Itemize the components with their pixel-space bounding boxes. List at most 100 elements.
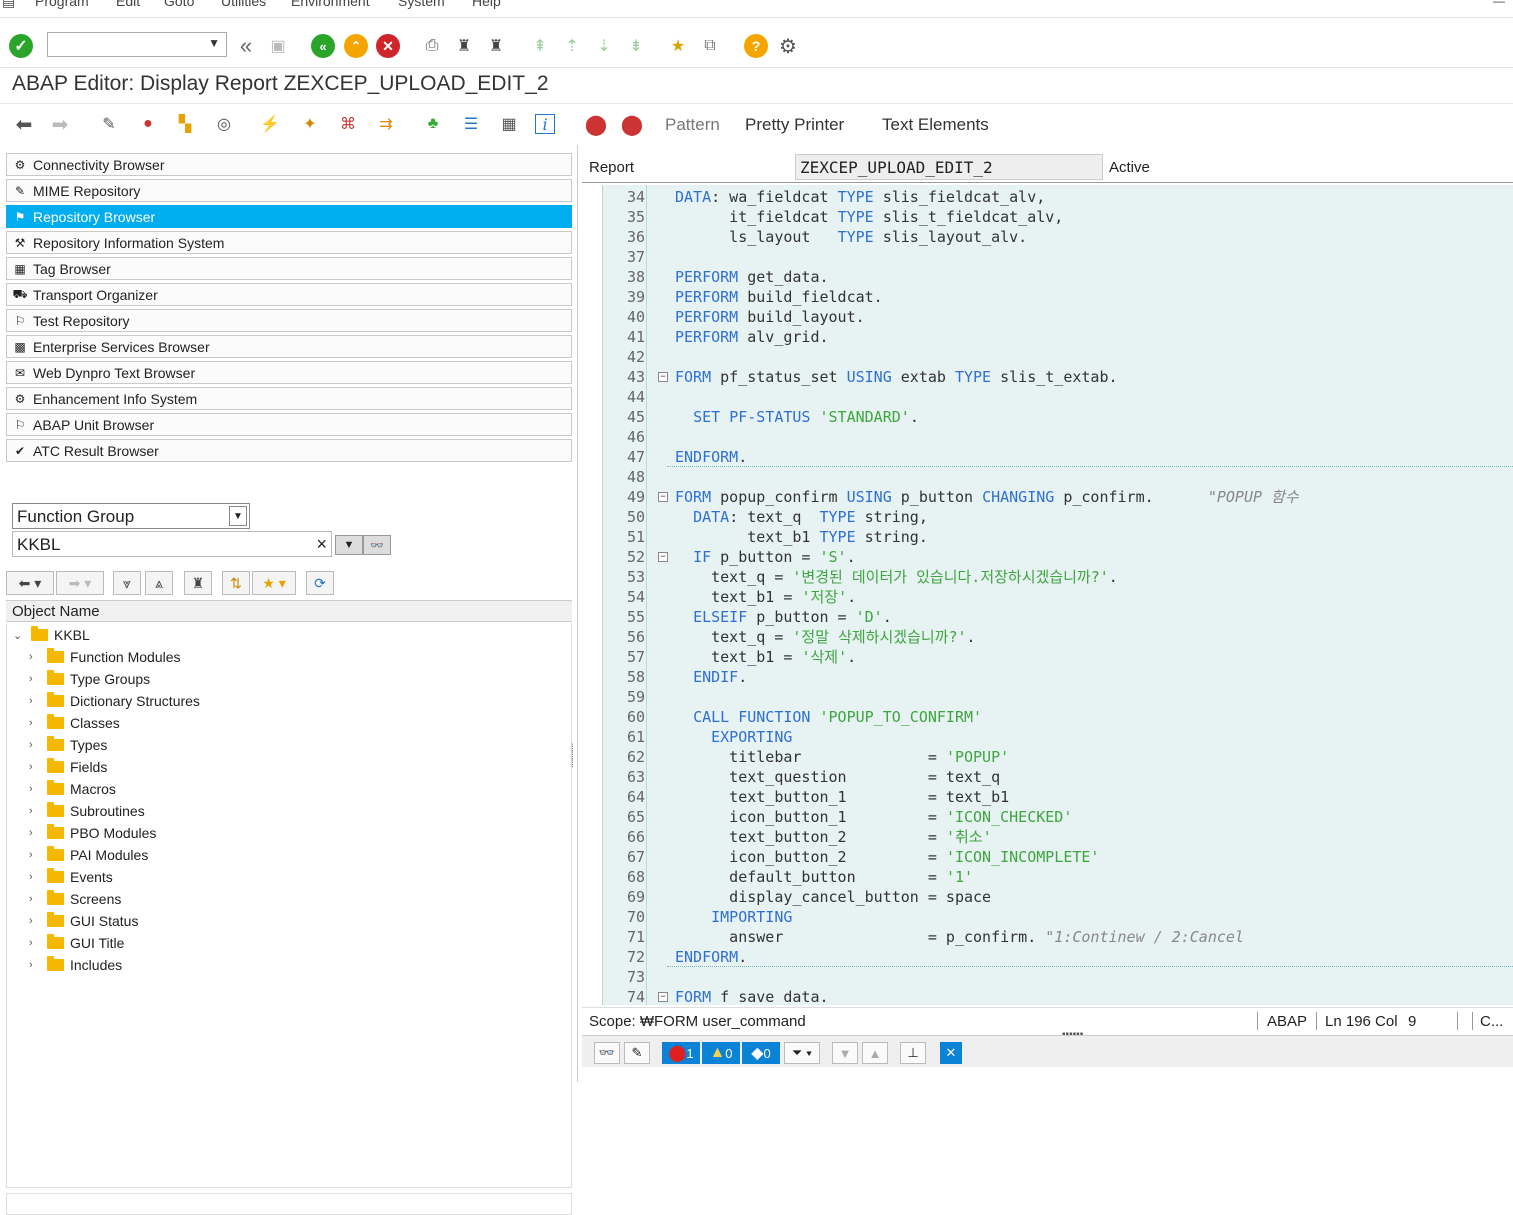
info-filter[interactable]: ◆ 0 <box>742 1042 780 1064</box>
menu-program[interactable]: Program <box>35 0 89 9</box>
expand-right-icon[interactable]: › <box>29 717 41 729</box>
code-line[interactable]: SET PF-STATUS 'STANDARD'. <box>647 407 1513 427</box>
nav-item-8[interactable]: ✉ Web Dynpro Text Browser <box>6 361 572 384</box>
tree-node[interactable]: › Fields <box>29 756 107 778</box>
expand-right-icon[interactable]: › <box>29 937 41 949</box>
other-object-icon[interactable]: ▚ <box>173 112 197 136</box>
clear-icon[interactable]: × <box>316 534 327 555</box>
navigation-window-icon[interactable]: ☰ <box>459 112 483 136</box>
code-line[interactable] <box>647 687 1513 707</box>
dropdown-arrow-icon[interactable]: ▼ <box>335 535 363 555</box>
info-icon[interactable]: i <box>535 114 555 134</box>
next-message-icon[interactable]: ▼ <box>832 1042 858 1064</box>
menu-environment[interactable]: Environment <box>291 0 370 9</box>
shortcut-icon[interactable]: ⧉ <box>698 34 722 58</box>
previous-page-icon[interactable]: ⇡ <box>560 34 584 58</box>
save-icon[interactable]: ▣ <box>266 34 290 58</box>
nav-item-7[interactable]: ▩ Enterprise Services Browser <box>6 335 572 358</box>
object-type-select[interactable]: Function Group ▼ <box>12 503 250 529</box>
code-line[interactable]: DATA: text_q TYPE string, <box>647 507 1513 527</box>
pretty-printer-button[interactable]: Pretty Printer <box>745 115 844 135</box>
code-editor[interactable]: DATA: wa_fieldcat TYPE slis_fieldcat_alv… <box>647 185 1513 1005</box>
minimize-icon[interactable]: — <box>1493 0 1505 8</box>
nav-item-6[interactable]: ⚐ Test Repository <box>6 309 572 332</box>
collapse-icon[interactable]: « <box>234 33 258 58</box>
pin-icon[interactable]: ⊥ <box>900 1042 926 1064</box>
expand-right-icon[interactable]: › <box>29 739 41 751</box>
code-line[interactable]: text_button_1 = text_b1 <box>647 787 1513 807</box>
refresh-icon[interactable]: ⟳ <box>306 571 334 595</box>
menu-goto[interactable]: Goto <box>164 0 194 9</box>
user-breakpoint-icon[interactable]: ⬤ <box>620 112 644 136</box>
expand-right-icon[interactable]: › <box>29 805 41 817</box>
active-inactive-icon[interactable]: ● <box>136 112 160 136</box>
nav-item-3[interactable]: ⚒ Repository Information System <box>6 231 572 254</box>
code-line[interactable]: − IF p_button = 'S'. <box>647 547 1513 567</box>
code-line[interactable] <box>647 387 1513 407</box>
code-line[interactable]: EXPORTING <box>647 727 1513 747</box>
object-name-input[interactable]: KKBL × <box>12 531 332 557</box>
code-line[interactable]: text_b1 TYPE string. <box>647 527 1513 547</box>
tree-node[interactable]: › GUI Status <box>29 910 138 932</box>
code-line[interactable]: ENDFORM. <box>647 447 1513 467</box>
filter-icon[interactable]: ⏷ ▾ <box>784 1042 820 1064</box>
nav-item-9[interactable]: ⚙ Enhancement Info System <box>6 387 572 410</box>
expand-right-icon[interactable]: › <box>29 673 41 685</box>
code-line[interactable]: ELSEIF p_button = 'D'. <box>647 607 1513 627</box>
warning-filter[interactable]: ▲ 0 <box>702 1042 740 1064</box>
forward-arrow-icon[interactable]: ➡ <box>48 112 72 136</box>
code-line[interactable]: text_button_2 = '취소' <box>647 827 1513 847</box>
code-line[interactable]: PERFORM build_fieldcat. <box>647 287 1513 307</box>
text-elements-button[interactable]: Text Elements <box>882 115 989 135</box>
pattern-button[interactable]: Pattern <box>665 115 720 135</box>
display-glasses-icon[interactable]: 👓 <box>363 535 391 555</box>
nav-item-1[interactable]: ✎ MIME Repository <box>6 179 572 202</box>
code-line[interactable]: text_q = '변경된 데이터가 있습니다.저장하시겠습니까?'. <box>647 567 1513 587</box>
cancel-icon[interactable]: ✕ <box>376 34 400 58</box>
check-icon[interactable]: ◎ <box>212 112 236 136</box>
code-line[interactable]: text_q = '정말 삭제하시겠습니까?'. <box>647 627 1513 647</box>
code-line[interactable]: PERFORM alv_grid. <box>647 327 1513 347</box>
tree-root[interactable]: ⌄ KKBL <box>13 624 90 646</box>
enter-check-icon[interactable]: ✓ <box>9 34 33 58</box>
menu-system[interactable]: System <box>398 0 445 9</box>
code-line[interactable]: CALL FUNCTION 'POPUP_TO_CONFIRM' <box>647 707 1513 727</box>
previous-message-icon[interactable]: ▲ <box>862 1042 888 1064</box>
test-icon[interactable]: ✦ <box>298 112 322 136</box>
tree-node[interactable]: › PAI Modules <box>29 844 148 866</box>
back-arrow-icon[interactable]: ⬅ <box>12 112 36 136</box>
nav-item-11[interactable]: ✔ ATC Result Browser <box>6 439 572 462</box>
code-line[interactable]: IMPORTING <box>647 907 1513 927</box>
nav-item-2[interactable]: ⚑ Repository Browser <box>6 205 572 228</box>
tree-node[interactable]: › Types <box>29 734 107 756</box>
expand-right-icon[interactable]: › <box>29 827 41 839</box>
pane-splitter[interactable]: ⁞ ⁞ ⁞ <box>571 744 577 785</box>
code-line[interactable]: default_button = '1' <box>647 867 1513 887</box>
code-line[interactable]: icon_button_1 = 'ICON_CHECKED' <box>647 807 1513 827</box>
expand-right-icon[interactable]: › <box>29 959 41 971</box>
error-filter[interactable]: ⬤ 1 <box>662 1042 700 1064</box>
code-line[interactable]: − FORM popup_confirm USING p_button CHANG… <box>647 487 1513 507</box>
chevron-down-icon[interactable]: ▼ <box>208 36 220 50</box>
command-field[interactable]: ▼ <box>47 32 227 57</box>
code-line[interactable]: − FORM pf_status_set USING extab TYPE sli… <box>647 367 1513 387</box>
menu-utilities[interactable]: Utilities <box>221 0 266 9</box>
fold-icon[interactable]: − <box>658 552 668 562</box>
code-line[interactable]: PERFORM build_layout. <box>647 307 1513 327</box>
code-line[interactable]: it_fieldcat TYPE slis_t_fieldcat_alv, <box>647 207 1513 227</box>
tree-forward-icon[interactable]: ➡ ▾ <box>56 571 104 595</box>
tree-node[interactable]: › Function Modules <box>29 646 181 668</box>
exit-icon[interactable]: ⌃ <box>344 34 368 58</box>
nav-item-4[interactable]: ▦ Tag Browser <box>6 257 572 280</box>
edit-pencil-icon[interactable]: ✎ <box>624 1042 650 1064</box>
find-icon[interactable]: ♜ <box>184 571 212 595</box>
create-session-icon[interactable]: ★ <box>666 34 690 58</box>
code-line[interactable]: PERFORM get_data. <box>647 267 1513 287</box>
close-icon[interactable]: ✕ <box>940 1042 962 1064</box>
code-line[interactable] <box>647 247 1513 267</box>
navigation-icon[interactable]: ⇉ <box>374 112 398 136</box>
activate-icon[interactable]: ⚡ <box>258 112 282 136</box>
app-menu-icon[interactable]: ▤ <box>2 0 15 10</box>
expand-right-icon[interactable]: › <box>29 893 41 905</box>
code-line[interactable] <box>647 467 1513 487</box>
